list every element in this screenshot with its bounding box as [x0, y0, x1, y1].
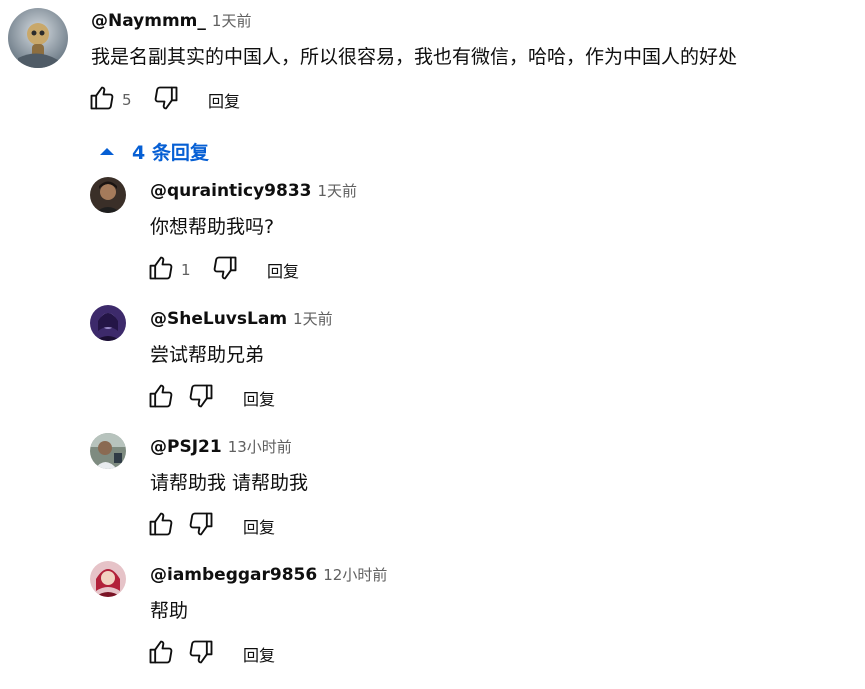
thumbs-down-icon	[211, 254, 239, 286]
dislike-button[interactable]	[209, 254, 241, 286]
like-count: 5	[122, 91, 132, 109]
thumbs-down-icon	[187, 510, 215, 542]
reply-text: 你想帮助我吗?	[150, 216, 275, 238]
reply-button[interactable]: 回复	[261, 254, 305, 286]
replies-toggle-label: 4 条回复	[132, 141, 209, 164]
like-button[interactable]	[145, 254, 177, 286]
thumbs-up-icon	[147, 382, 175, 414]
thumbs-down-icon	[152, 84, 180, 116]
reply-button[interactable]: 回复	[237, 382, 281, 414]
comment-author[interactable]: @Naymmm_	[91, 11, 206, 31]
like-button[interactable]	[145, 510, 177, 542]
thumbs-up-icon	[147, 510, 175, 542]
reply-timestamp[interactable]: 13小时前	[228, 436, 292, 457]
reply-author[interactable]: @PSJ21	[150, 437, 222, 457]
avatar[interactable]	[90, 305, 126, 341]
avatar[interactable]	[90, 177, 126, 213]
reply-timestamp[interactable]: 1天前	[293, 308, 333, 329]
comment-text: 我是名副其实的中国人，所以很容易，我也有微信，哈哈，作为中国人的好处	[91, 46, 738, 68]
reply-timestamp[interactable]: 12小时前	[323, 564, 387, 585]
dislike-button[interactable]	[185, 510, 217, 542]
reply-timestamp[interactable]: 1天前	[317, 180, 357, 201]
dislike-button[interactable]	[185, 638, 217, 670]
reply-button[interactable]: 回复	[202, 84, 246, 116]
avatar[interactable]	[90, 433, 126, 469]
caret-up-icon	[100, 147, 114, 155]
replies-toggle-button[interactable]: 4 条回复	[96, 135, 209, 167]
reply-button[interactable]: 回复	[237, 638, 281, 670]
thumbs-up-icon	[147, 638, 175, 670]
reply-author[interactable]: @iambeggar9856	[150, 565, 317, 585]
avatar[interactable]	[90, 561, 126, 597]
dislike-button[interactable]	[185, 382, 217, 414]
dislike-button[interactable]	[150, 84, 182, 116]
reply-author[interactable]: @qurainticy9833	[150, 181, 311, 201]
thumbs-down-icon	[187, 638, 215, 670]
reply-text: 请帮助我 请帮助我	[150, 472, 309, 494]
comment-timestamp[interactable]: 1天前	[212, 10, 252, 31]
reply-author[interactable]: @SheLuvsLam	[150, 309, 287, 329]
like-button[interactable]	[86, 84, 118, 116]
thumbs-up-icon	[147, 254, 175, 286]
reply-text: 帮助	[150, 600, 189, 622]
thumbs-down-icon	[187, 382, 215, 414]
reply-text: 尝试帮助兄弟	[150, 344, 265, 366]
thumbs-up-icon	[88, 84, 116, 116]
like-count: 1	[181, 261, 191, 279]
like-button[interactable]	[145, 382, 177, 414]
avatar[interactable]	[8, 8, 68, 68]
like-button[interactable]	[145, 638, 177, 670]
reply-button[interactable]: 回复	[237, 510, 281, 542]
